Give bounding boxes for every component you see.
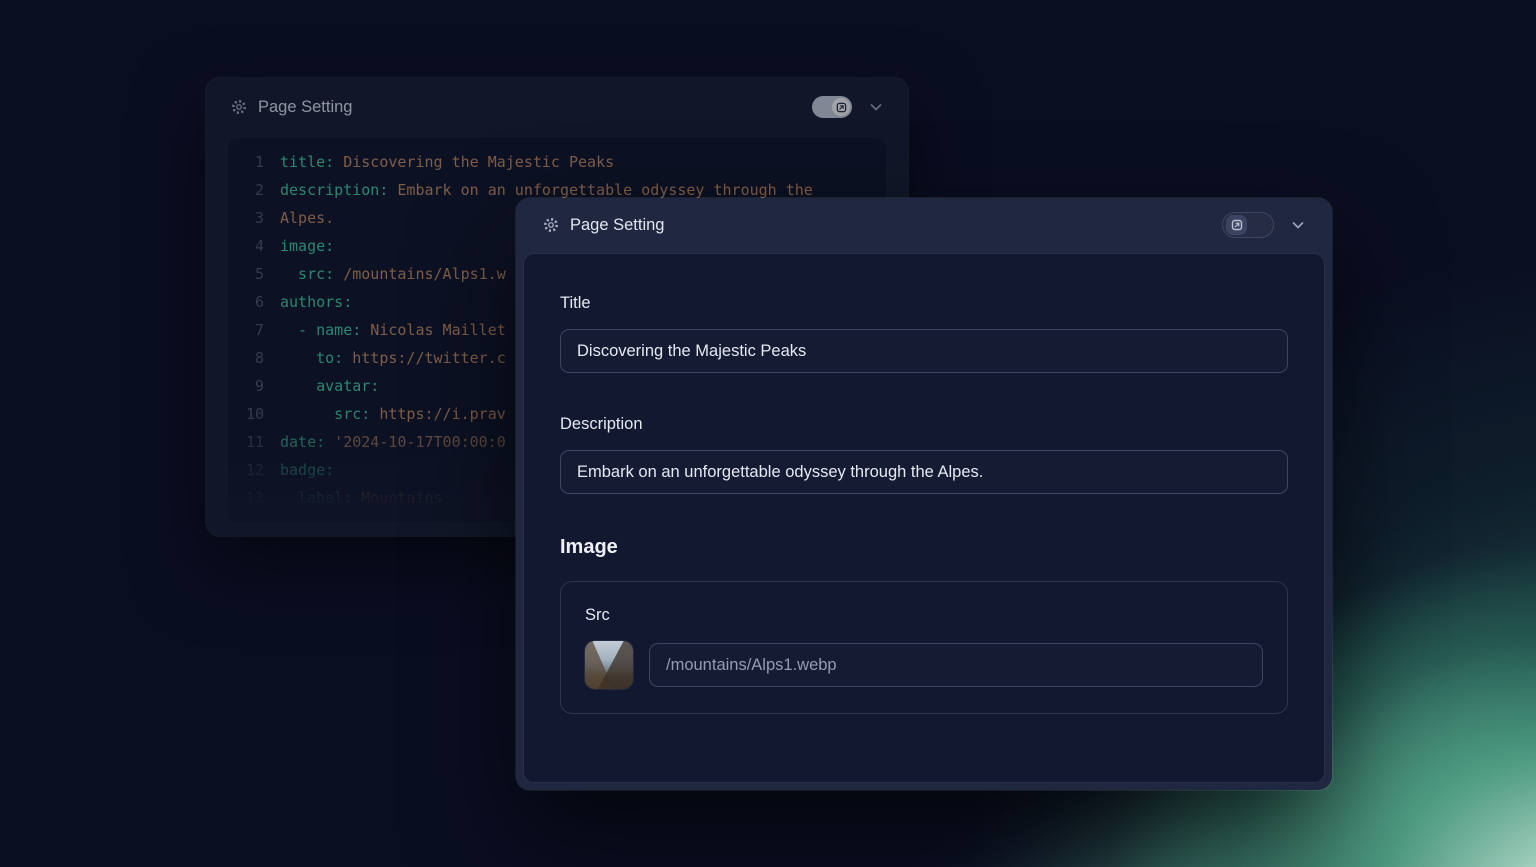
- line-number: 8: [240, 344, 264, 372]
- view-mode-toggle[interactable]: [812, 96, 852, 118]
- code-text: to: https://twitter.c: [280, 344, 506, 372]
- chevron-down-icon[interactable]: [1290, 217, 1306, 233]
- chevron-down-icon[interactable]: [868, 99, 884, 115]
- line-number: 12: [240, 456, 264, 484]
- line-number: 6: [240, 288, 264, 316]
- toggle-knob: [832, 98, 850, 116]
- code-line: 1 title: Discovering the Majestic Peaks: [240, 148, 874, 176]
- line-number: 3: [240, 204, 264, 232]
- line-number: 4: [240, 232, 264, 260]
- stage: Page Setting 1title:: [0, 0, 1536, 867]
- image-section-heading: Image: [560, 536, 1288, 559]
- image-thumbnail: [585, 641, 633, 689]
- line-number: 11: [240, 428, 264, 456]
- line-number: 13: [240, 484, 264, 512]
- line-number: 10: [240, 400, 264, 428]
- page-setting-form-panel: Page Setting: [516, 198, 1332, 790]
- description-label: Description: [560, 415, 1288, 434]
- code-text: label: Mountains: [280, 484, 443, 512]
- title-field-group: Title: [560, 294, 1288, 373]
- code-text: src: https://i.prav: [280, 400, 506, 428]
- code-text: date: '2024-10-17T00:00:0: [280, 428, 506, 456]
- line-number: 2: [240, 176, 264, 204]
- page-setting-form: Title Description Image Src: [524, 254, 1324, 782]
- image-section: Src: [560, 581, 1288, 714]
- line-number: 5: [240, 260, 264, 288]
- code-text: - name: Nicolas Maillet: [280, 316, 506, 344]
- panel-title: Page Setting: [258, 98, 353, 117]
- description-input[interactable]: [560, 450, 1288, 494]
- code-text: Alpes.: [280, 204, 334, 232]
- title-input[interactable]: [560, 329, 1288, 373]
- src-label: Src: [585, 606, 1263, 625]
- panel-title: Page Setting: [570, 216, 665, 235]
- line-number: 1: [240, 148, 264, 176]
- code-text: src: /mountains/Alps1.w: [280, 260, 506, 288]
- gear-icon: [542, 216, 560, 234]
- description-field-group: Description: [560, 415, 1288, 494]
- line-number: 9: [240, 372, 264, 400]
- code-text: image:: [280, 232, 334, 260]
- src-row: [585, 641, 1263, 689]
- back-panel-header: Page Setting: [206, 78, 908, 136]
- form-mode-icon: [1231, 219, 1243, 231]
- code-text: authors:: [280, 288, 352, 316]
- image-src-input[interactable]: [649, 643, 1263, 687]
- front-panel-header: Page Setting: [516, 198, 1332, 252]
- form-mode-icon: [836, 102, 847, 113]
- toggle-knob: [1226, 215, 1247, 235]
- code-text: title: Discovering the Majestic Peaks: [280, 148, 614, 176]
- view-mode-toggle[interactable]: [1222, 212, 1274, 238]
- gear-icon: [230, 98, 248, 116]
- code-text: avatar:: [280, 372, 379, 400]
- line-number: 7: [240, 316, 264, 344]
- title-label: Title: [560, 294, 1288, 313]
- code-text: badge:: [280, 456, 334, 484]
